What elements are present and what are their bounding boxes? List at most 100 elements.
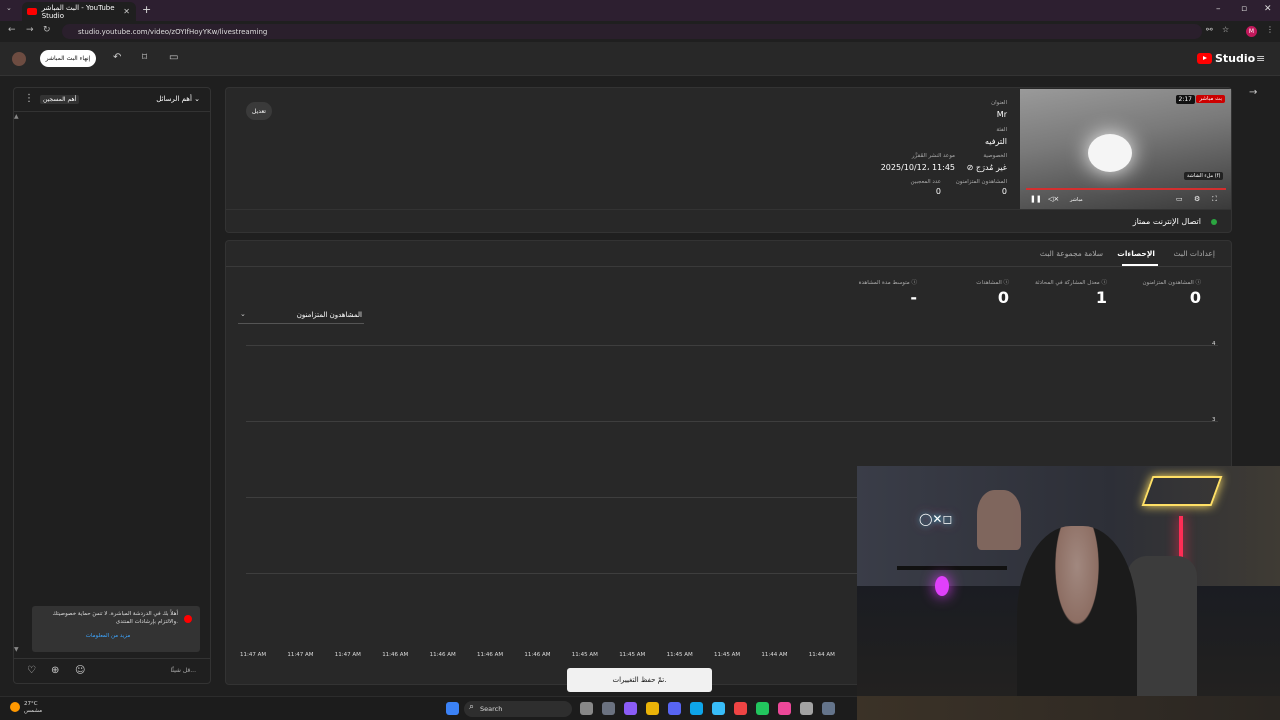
discord-icon[interactable] bbox=[646, 702, 659, 715]
menu-icon[interactable]: ≡ bbox=[1256, 52, 1265, 65]
stream-preview-player[interactable]: بث مباشر 2:17 ملء الشاشة (f) ❚❚ ◁× مباشر… bbox=[1020, 89, 1231, 209]
tab-stream-settings[interactable]: إعدادات البث bbox=[1174, 249, 1215, 258]
category-value: الترفيه bbox=[984, 137, 1007, 146]
tab-close-icon[interactable]: ✕ bbox=[123, 7, 130, 16]
back-icon[interactable]: ← bbox=[8, 25, 16, 35]
youtube-logo-icon bbox=[1197, 53, 1212, 64]
chrome-icon[interactable] bbox=[712, 702, 725, 715]
chat-more-icon[interactable]: ⋮ bbox=[24, 93, 34, 104]
profile-avatar[interactable]: M bbox=[1246, 26, 1257, 37]
tab-stream-health[interactable]: سلامة مجموعة البث bbox=[1040, 249, 1103, 258]
share-icon[interactable]: ↶ bbox=[113, 52, 121, 63]
chat-top-fans-badge[interactable]: أهم المسجين bbox=[40, 95, 80, 104]
settings-icon[interactable]: ⚙ bbox=[1194, 195, 1200, 203]
concurrent-viewers-value: 0 bbox=[1001, 187, 1007, 196]
preview-lamp bbox=[1088, 134, 1132, 172]
category-label: الفئة bbox=[996, 127, 1007, 133]
tab-search-icon[interactable]: ⌄ bbox=[6, 4, 12, 12]
chat-input-row: ♡ ⊕ ☺ قل شيئًا... bbox=[14, 658, 210, 684]
minimize-icon[interactable]: – bbox=[1216, 4, 1221, 14]
pause-icon[interactable]: ❚❚ bbox=[1030, 195, 1042, 203]
weather-temp: 27°C bbox=[24, 701, 38, 707]
concurrent-viewers-label: المشاهدون المتزامنون bbox=[955, 179, 1007, 185]
x-tick-label: 11:45 AM bbox=[571, 652, 598, 658]
y-tick-label: 4 bbox=[1212, 341, 1216, 347]
capture-icon[interactable] bbox=[822, 702, 835, 715]
metric-label-avg-watch: متوسط مدة المشاهدة ⓘ bbox=[858, 280, 917, 286]
chart-metric-dropdown[interactable]: ⌄ المشاهدون المتزامنون bbox=[238, 308, 364, 324]
metric-value-chat-rate: 1 bbox=[1095, 288, 1107, 307]
collapse-panel-icon[interactable]: → bbox=[1249, 87, 1257, 98]
chart-metric-label: المشاهدون المتزامنون bbox=[296, 311, 362, 319]
address-bar-row: ← → ↻ studio.youtube.com/video/zOYIfHoyY… bbox=[0, 21, 1280, 42]
learn-more-link[interactable]: مزيد من المعلومات bbox=[38, 633, 178, 639]
webcam-overlay-bottom bbox=[857, 696, 1280, 720]
live-chat-panel: ⋮ أهم المسجين أهم الرسائل ⌄ ▲ ▼ أهلاً بك… bbox=[13, 87, 211, 684]
windows-start-icon[interactable] bbox=[446, 702, 459, 715]
webcam-lamp bbox=[935, 576, 949, 596]
chat-notice-text: أهلاً بك في الدردشة المباشرة. لا تنسَ حم… bbox=[52, 611, 178, 625]
chat-mode-dropdown[interactable]: أهم الرسائل ⌄ bbox=[156, 95, 200, 103]
x-tick-label: 11:47 AM bbox=[287, 652, 314, 658]
likes-value: 0 bbox=[935, 187, 941, 196]
progress-bar[interactable] bbox=[1026, 188, 1226, 190]
live-quality-label: مباشر bbox=[1070, 197, 1083, 203]
metric-value-concurrent: 0 bbox=[1189, 288, 1201, 307]
reload-icon[interactable]: ↻ bbox=[43, 25, 51, 35]
chart-gridline bbox=[246, 345, 1218, 346]
weather-sun-icon bbox=[10, 702, 20, 712]
url-text: studio.youtube.com/video/zOYIfHoyYKw/liv… bbox=[78, 27, 268, 36]
clip-icon[interactable]: ▭ bbox=[169, 52, 178, 63]
terminal-icon[interactable] bbox=[800, 702, 813, 715]
connection-status-text: اتصال الإنترنت ممتاز bbox=[1132, 217, 1201, 226]
webcam-hex-lights bbox=[1141, 476, 1223, 506]
taskbar-search[interactable]: Search bbox=[464, 701, 572, 717]
bookmark-icon[interactable]: ⌑ bbox=[142, 52, 147, 63]
channel-avatar[interactable] bbox=[12, 52, 26, 66]
chat-input[interactable]: قل شيئًا... bbox=[170, 667, 196, 674]
site-settings-icon[interactable]: ⚯ bbox=[1206, 25, 1213, 34]
app-icon[interactable] bbox=[778, 702, 791, 715]
connection-status-row: اتصال الإنترنت ممتاز bbox=[226, 209, 1231, 233]
bookmark-star-icon[interactable]: ☆ bbox=[1222, 25, 1229, 34]
scroll-up-icon[interactable]: ▲ bbox=[14, 113, 19, 120]
schedule-label: موعد النشر المُقرَّر bbox=[911, 153, 955, 159]
edge-icon[interactable] bbox=[668, 702, 681, 715]
store-icon[interactable] bbox=[690, 702, 703, 715]
youtube-notice-icon bbox=[184, 615, 192, 623]
url-field[interactable]: studio.youtube.com/video/zOYIfHoyYKw/liv… bbox=[62, 24, 1202, 39]
tab-analytics[interactable]: الإحصاءات bbox=[1117, 249, 1155, 258]
window-close-icon[interactable]: ✕ bbox=[1264, 4, 1272, 14]
metric-label-views: المشاهدات ⓘ bbox=[976, 280, 1009, 286]
x-tick-label: 11:46 AM bbox=[477, 652, 504, 658]
privacy-value: ⊘ غير مُدرَج bbox=[966, 163, 1007, 172]
mute-icon[interactable]: ◁× bbox=[1048, 195, 1059, 203]
fullscreen-icon[interactable]: ⛶ bbox=[1212, 195, 1217, 204]
privacy-label: الخصوصية bbox=[983, 153, 1007, 159]
metric-value-avg-watch: - bbox=[910, 288, 917, 307]
end-stream-button[interactable]: إنهاء البث المباشر bbox=[40, 50, 96, 67]
x-tick-label: 11:47 AM bbox=[334, 652, 361, 658]
studio-logo[interactable]: Studio bbox=[1197, 52, 1255, 65]
new-tab-icon[interactable]: + bbox=[142, 3, 151, 16]
save-toast: تمّ حفظ التغييرات. bbox=[567, 668, 712, 692]
x-tick-label: 11:44 AM bbox=[761, 652, 788, 658]
edit-button[interactable]: تعديل bbox=[246, 102, 272, 120]
weather-widget[interactable]: 27°C مشمس bbox=[10, 701, 42, 715]
copilot-icon[interactable] bbox=[602, 702, 615, 715]
browser-tab[interactable]: البث المباشر - YouTube Studio ✕ bbox=[22, 2, 136, 21]
captions-icon[interactable]: ▭ bbox=[1176, 195, 1183, 203]
file-explorer-icon[interactable] bbox=[624, 702, 637, 715]
task-view-icon[interactable] bbox=[580, 702, 593, 715]
forward-icon[interactable]: → bbox=[26, 25, 34, 35]
webcam-person bbox=[1017, 526, 1137, 720]
emoji-icon[interactable]: ☺ bbox=[75, 665, 85, 676]
tiktok-icon[interactable] bbox=[756, 702, 769, 715]
browser-icon[interactable] bbox=[734, 702, 747, 715]
maximize-icon[interactable]: ▫ bbox=[1241, 4, 1247, 14]
scroll-down-icon[interactable]: ▼ bbox=[14, 646, 19, 653]
super-chat-icon[interactable]: ⊕ bbox=[51, 665, 59, 676]
browser-menu-icon[interactable]: ⋮ bbox=[1266, 25, 1274, 34]
chat-header: ⋮ أهم المسجين أهم الرسائل ⌄ bbox=[14, 88, 210, 112]
heart-icon[interactable]: ♡ bbox=[27, 665, 36, 676]
